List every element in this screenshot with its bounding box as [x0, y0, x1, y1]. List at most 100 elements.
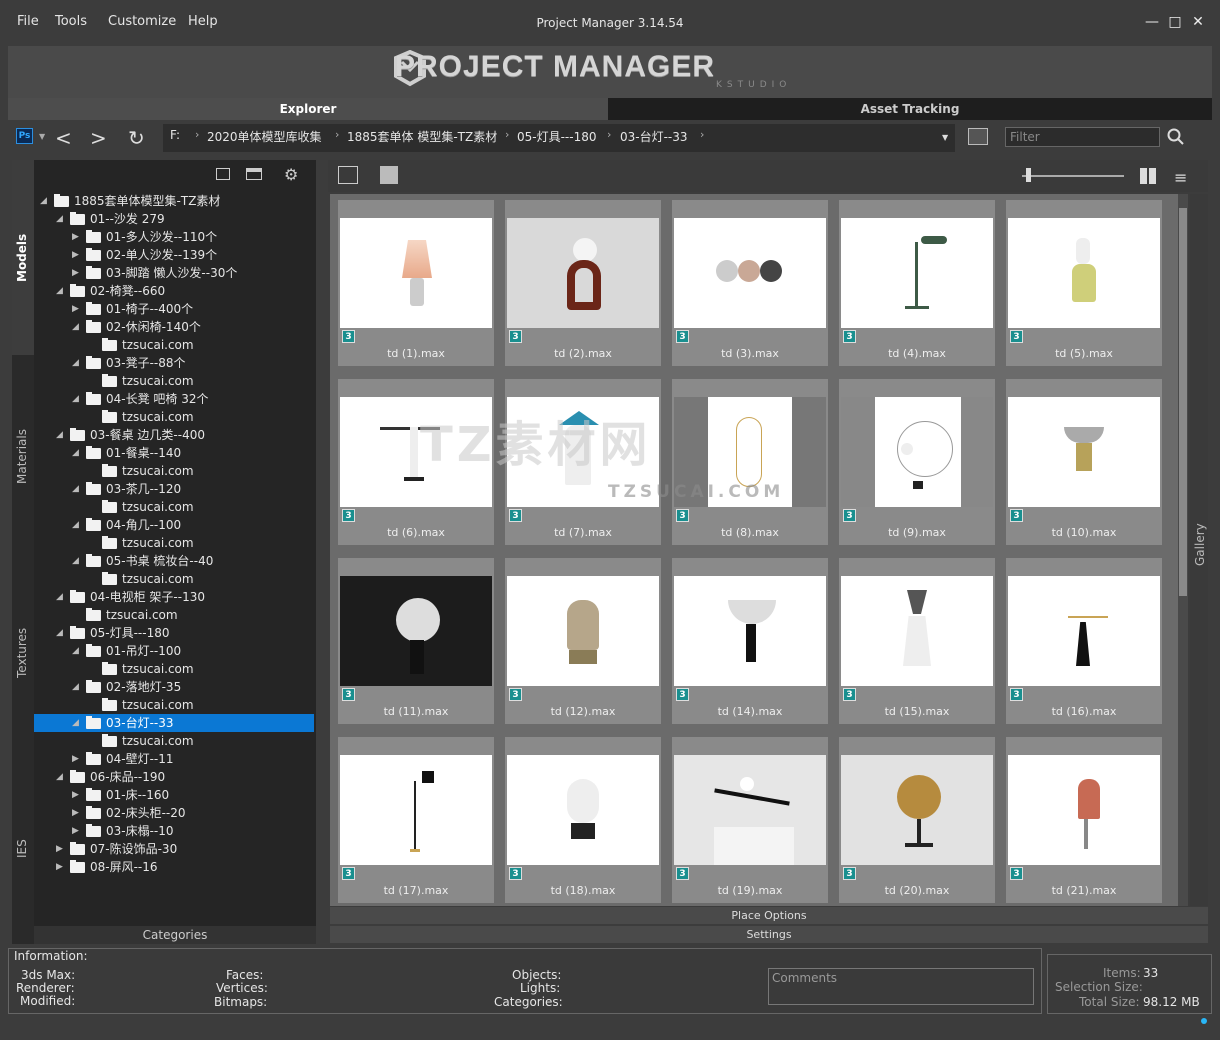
tree-item[interactable]: ▶ 01-床--160	[34, 786, 314, 804]
grid-view-icon[interactable]	[1140, 168, 1156, 184]
back-icon[interactable]: <	[55, 126, 72, 150]
collapsed-arrow-icon[interactable]: ▶	[72, 786, 79, 804]
asset-tile[interactable]: 3 td (20).max	[839, 737, 995, 903]
collapsed-arrow-icon[interactable]: ▶	[56, 858, 63, 876]
expanded-arrow-icon[interactable]: ◢	[72, 516, 79, 534]
tree-item[interactable]: ▶ 02-单人沙发--139个	[34, 246, 314, 264]
tree-item[interactable]: ▶ 07-陈设饰品-30	[34, 840, 314, 858]
expanded-arrow-icon[interactable]: ◢	[72, 678, 79, 696]
tree-item[interactable]: ◢ 04-角几--100	[34, 516, 314, 534]
photoshop-icon[interactable]: Ps	[16, 128, 33, 144]
tree-item[interactable]: tzsucai.com	[34, 498, 314, 516]
side-tab-models[interactable]: Models	[15, 234, 29, 282]
collapsed-arrow-icon[interactable]: ▶	[72, 804, 79, 822]
tree-item[interactable]: tzsucai.com	[34, 336, 314, 354]
zoom-slider-handle[interactable]	[1026, 168, 1031, 182]
tree-item[interactable]: ◢ 02-落地灯-35	[34, 678, 314, 696]
expanded-arrow-icon[interactable]: ◢	[72, 354, 79, 372]
collapse-all-icon[interactable]	[216, 168, 230, 180]
expanded-arrow-icon[interactable]: ◢	[72, 444, 79, 462]
search-icon[interactable]	[1167, 128, 1185, 146]
breadcrumb-item[interactable]: 1885套单体 模型集-TZ素材	[347, 128, 497, 145]
asset-tile[interactable]: 3 td (1).max	[338, 200, 494, 366]
tree-item[interactable]: ▶ 08-屏风--16	[34, 858, 314, 876]
tab-explorer[interactable]: Explorer	[8, 98, 608, 120]
tree-item[interactable]: ▶ 01-椅子--400个	[34, 300, 314, 318]
tree-item[interactable]: tzsucai.com	[34, 732, 314, 750]
tree-item[interactable]: ◢ 06-床品--190	[34, 768, 314, 786]
asset-tile[interactable]: 3 td (15).max	[839, 558, 995, 724]
asset-tile[interactable]: 3 td (18).max	[505, 737, 661, 903]
asset-tile[interactable]: 3 td (4).max	[839, 200, 995, 366]
asset-tile[interactable]: 3 td (3).max	[672, 200, 828, 366]
collapsed-arrow-icon[interactable]: ▶	[72, 246, 79, 264]
tree-item[interactable]: tzsucai.com	[34, 408, 314, 426]
breadcrumb-separator-icon[interactable]: ›	[607, 128, 611, 141]
tree-item[interactable]: ▶ 02-床头柜--20	[34, 804, 314, 822]
tree-item[interactable]: ◢ 02-椅凳--660	[34, 282, 314, 300]
settings-bar[interactable]: Settings	[330, 926, 1208, 943]
tree-item[interactable]: tzsucai.com	[34, 660, 314, 678]
tree-item[interactable]: ◢ 03-餐桌 边几类--400	[34, 426, 314, 444]
collapsed-arrow-icon[interactable]: ▶	[72, 264, 79, 282]
breadcrumb-separator-icon[interactable]: ›	[700, 128, 704, 141]
breadcrumb-separator-icon[interactable]: ›	[505, 128, 509, 141]
asset-tile[interactable]: 3 td (12).max	[505, 558, 661, 724]
comments-field[interactable]: Comments	[768, 968, 1034, 1005]
asset-tile[interactable]: 3 td (21).max	[1006, 737, 1162, 903]
breadcrumb-item[interactable]: 03-台灯--33	[620, 128, 688, 145]
layout-icon[interactable]	[246, 168, 262, 180]
filter-input[interactable]: Filter	[1005, 127, 1160, 147]
side-tab-materials[interactable]: Materials	[15, 429, 29, 484]
asset-tile[interactable]: 3 td (19).max	[672, 737, 828, 903]
collapsed-arrow-icon[interactable]: ▶	[72, 822, 79, 840]
tree-item[interactable]: ◢ 01--沙发 279	[34, 210, 314, 228]
gallery-scrollbar[interactable]	[1178, 194, 1188, 906]
collapsed-arrow-icon[interactable]: ▶	[56, 840, 63, 858]
checklist-icon[interactable]	[968, 128, 988, 145]
breadcrumb-separator-icon[interactable]: ›	[195, 128, 199, 141]
asset-tile[interactable]: 3 td (8).max	[672, 379, 828, 545]
scrollbar-thumb[interactable]	[1179, 208, 1187, 596]
tree-item[interactable]: ▶ 03-脚踏 懒人沙发--30个	[34, 264, 314, 282]
expanded-arrow-icon[interactable]: ◢	[40, 192, 47, 210]
sync-icon[interactable]	[338, 166, 358, 184]
maximize-icon[interactable]: □	[1167, 14, 1183, 30]
tree-item[interactable]: ◢ 1885套单体模型集-TZ素材	[34, 192, 314, 210]
expanded-arrow-icon[interactable]: ◢	[72, 390, 79, 408]
tree-item[interactable]: ◢ 05-书桌 梳妆台--40	[34, 552, 314, 570]
collapsed-arrow-icon[interactable]: ▶	[72, 228, 79, 246]
tree-item[interactable]: ▶ 01-多人沙发--110个	[34, 228, 314, 246]
gear-icon[interactable]: ⚙	[284, 165, 298, 184]
tree-item[interactable]: ◢ 05-灯具---180	[34, 624, 314, 642]
tree-item[interactable]: tzsucai.com	[34, 372, 314, 390]
tree-item[interactable]: ◢ 03-凳子--88个	[34, 354, 314, 372]
asset-tile[interactable]: 3 td (5).max	[1006, 200, 1162, 366]
tree-item[interactable]: ◢ 01-餐桌--140	[34, 444, 314, 462]
expanded-arrow-icon[interactable]: ◢	[72, 714, 79, 732]
tree-item[interactable]: tzsucai.com	[34, 534, 314, 552]
asset-tile[interactable]: 3 td (17).max	[338, 737, 494, 903]
tree-item[interactable]: ▶ 03-床榻--10	[34, 822, 314, 840]
refresh-icon[interactable]: ↻	[128, 126, 145, 150]
dropdown-arrow-icon[interactable]: ▼	[39, 132, 45, 141]
merge-icon[interactable]	[380, 166, 398, 184]
collapsed-arrow-icon[interactable]: ▶	[72, 750, 79, 768]
side-tab-ies[interactable]: IES	[15, 839, 29, 858]
categories-footer[interactable]: Categories	[34, 926, 316, 944]
tree-item[interactable]: ◢ 04-长凳 吧椅 32个	[34, 390, 314, 408]
asset-tile[interactable]: 3 td (11).max	[338, 558, 494, 724]
side-tab-gallery[interactable]: Gallery	[1193, 523, 1207, 566]
zoom-slider[interactable]	[1022, 175, 1124, 177]
tree-item[interactable]: ◢ 03-茶几--120	[34, 480, 314, 498]
minimize-icon[interactable]: —	[1144, 14, 1160, 30]
tree-item[interactable]: tzsucai.com	[34, 462, 314, 480]
breadcrumb-item[interactable]: F:	[170, 128, 180, 142]
forward-icon[interactable]: >	[90, 126, 107, 150]
tree-item[interactable]: ◢ 03-台灯--33	[34, 714, 314, 732]
expanded-arrow-icon[interactable]: ◢	[56, 210, 63, 228]
breadcrumb-item[interactable]: 05-灯具---180	[517, 128, 597, 145]
panel-splitter[interactable]	[316, 160, 328, 944]
breadcrumb-separator-icon[interactable]: ›	[335, 128, 339, 141]
expanded-arrow-icon[interactable]: ◢	[56, 624, 63, 642]
